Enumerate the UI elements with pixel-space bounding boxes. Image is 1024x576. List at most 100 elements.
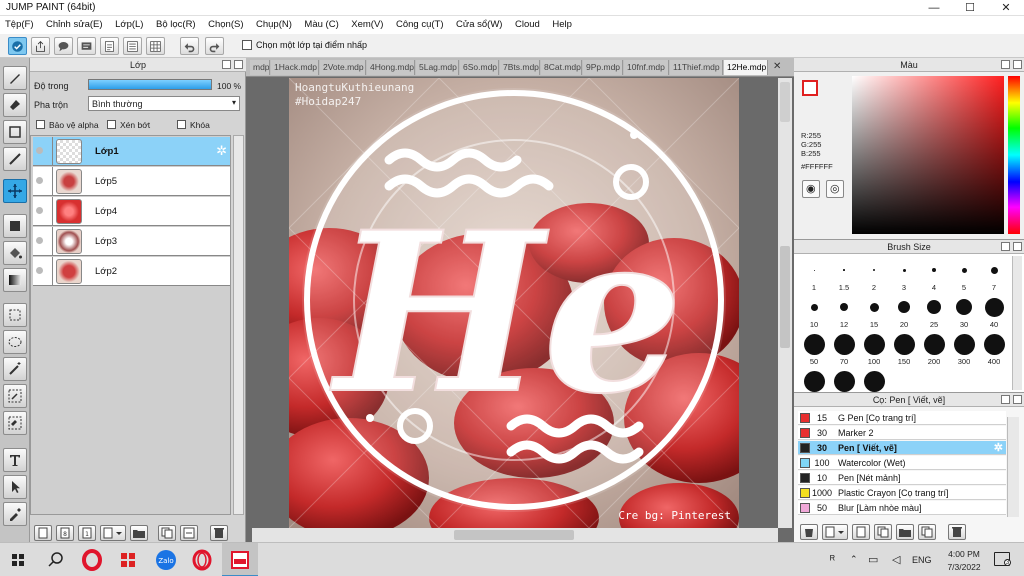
brush-size-option[interactable]: [840, 303, 848, 311]
brush-size-option[interactable]: [893, 333, 915, 355]
saturation-value-picker[interactable]: [852, 76, 1004, 234]
visibility-eye-icon[interactable]: [36, 177, 43, 184]
tab-doc-3[interactable]: 4Hong.mdp: [367, 60, 415, 75]
brush-size-option[interactable]: [898, 301, 910, 313]
menu-color[interactable]: Màu (C): [299, 16, 343, 30]
brush-folder-button[interactable]: [896, 524, 914, 540]
tab-doc-9[interactable]: 10fnf.mdp: [624, 60, 669, 75]
delete-layer-button[interactable]: [210, 525, 228, 541]
new-layer-8bit-button[interactable]: 8: [56, 525, 74, 541]
brush-list-item[interactable]: 50 Blur [Làm nhòe màu]: [798, 501, 1006, 515]
layer-row-3[interactable]: Lớp3: [33, 227, 230, 256]
tab-doc-8[interactable]: 9Pp.mdp: [583, 60, 623, 75]
brush-size-option[interactable]: [984, 297, 1004, 317]
panel-close-button[interactable]: [1013, 60, 1022, 69]
panel-float-button[interactable]: [1001, 60, 1010, 69]
brush-size-option[interactable]: [810, 303, 818, 311]
operation-tool[interactable]: [3, 475, 27, 499]
lock-checkbox[interactable]: [177, 120, 186, 129]
text-tool[interactable]: [3, 448, 27, 472]
grid-button[interactable]: [146, 37, 165, 55]
add-layer-menu-button[interactable]: [100, 525, 126, 541]
page-button[interactable]: [100, 37, 119, 55]
brush-size-option[interactable]: [932, 268, 936, 272]
tab-doc-7[interactable]: 8Cat.mdp: [541, 60, 582, 75]
cloud-sync-button[interactable]: [8, 37, 27, 55]
drawing-canvas[interactable]: He HoangtuKuthieunang #Hoidap247 Cre bg:…: [289, 78, 739, 528]
select-pen-tool[interactable]: [3, 384, 27, 408]
panel-close-button[interactable]: [1013, 395, 1022, 404]
eyedropper-tool[interactable]: [3, 502, 27, 526]
duplicate-layer-button[interactable]: [158, 525, 176, 541]
vertical-scroll-thumb[interactable]: [780, 246, 790, 348]
chevron-up-icon[interactable]: ⌃: [850, 554, 858, 565]
brush-size-option[interactable]: [873, 269, 875, 271]
panel-float-button[interactable]: [222, 60, 231, 69]
tab-doc-5[interactable]: 6So.mdp: [460, 60, 499, 75]
menu-help[interactable]: Help: [547, 16, 577, 30]
color-picker-button[interactable]: ◎: [826, 180, 844, 198]
tab-doc-4[interactable]: 5Lag.mdp: [416, 60, 459, 75]
brush-size-option[interactable]: [803, 370, 825, 392]
export-button[interactable]: [31, 37, 50, 55]
brush-size-option[interactable]: [902, 268, 906, 272]
eraser-tool[interactable]: [3, 93, 27, 117]
brush-size-option[interactable]: [863, 333, 885, 355]
hue-slider[interactable]: [1008, 76, 1020, 234]
app-tiles[interactable]: [110, 543, 146, 576]
notification-icon[interactable]: 3: [994, 552, 1011, 566]
brush-list-item[interactable]: 10 Pen [Nét mảnh]: [798, 471, 1006, 485]
panel-float-button[interactable]: [1001, 242, 1010, 251]
start-button[interactable]: [0, 543, 36, 576]
move-tool[interactable]: [3, 179, 27, 203]
panel-close-button[interactable]: [234, 60, 243, 69]
message-button[interactable]: [77, 37, 96, 55]
brush-size-option[interactable]: [833, 333, 855, 355]
brush-scrollbar[interactable]: [1012, 256, 1022, 390]
brush-list-item[interactable]: 15 G Pen [Cọ trang trí]: [798, 411, 1006, 425]
menu-view[interactable]: Xem(V): [346, 16, 388, 30]
visibility-eye-icon[interactable]: [36, 267, 43, 274]
people-icon[interactable]: ᴿ: [830, 554, 835, 566]
opacity-slider[interactable]: [88, 79, 212, 90]
brush-duplicate-button[interactable]: [918, 524, 936, 540]
menu-tools[interactable]: Công cụ(T): [391, 16, 449, 30]
gradient-tool[interactable]: [3, 268, 27, 292]
brush-size-option[interactable]: [983, 333, 1005, 355]
menu-capture[interactable]: Chụp(N): [251, 16, 297, 30]
brush-copy-button[interactable]: [874, 524, 892, 540]
menu-cloud[interactable]: Cloud: [510, 16, 545, 30]
brush-settings-button[interactable]: [800, 524, 818, 540]
panel-float-button[interactable]: [1001, 395, 1010, 404]
brush-tool[interactable]: [3, 66, 27, 90]
opera-gx-app[interactable]: [184, 543, 220, 576]
redo-button[interactable]: [205, 37, 224, 55]
blend-mode-select[interactable]: Bình thường ▾: [88, 96, 240, 111]
visibility-eye-icon[interactable]: [36, 207, 43, 214]
brush-size-option[interactable]: [863, 370, 885, 392]
brush-size-option[interactable]: [953, 333, 975, 355]
jump-paint-app[interactable]: [222, 543, 258, 576]
tab-doc-10[interactable]: 11Thief.mdp: [670, 60, 723, 75]
network-icon[interactable]: ▭: [868, 553, 878, 566]
merge-down-button[interactable]: [180, 525, 198, 541]
brush-list-item[interactable]: 30 Marker 2: [798, 426, 1006, 440]
menu-layer[interactable]: Lớp(L): [110, 16, 148, 30]
comment-button[interactable]: [54, 37, 73, 55]
brush-size-option[interactable]: [869, 302, 879, 312]
tab-doc-active[interactable]: 12He.mdp: [724, 60, 768, 75]
layer-row-5[interactable]: Lớp5: [33, 167, 230, 196]
add-brush-menu-button[interactable]: [822, 524, 848, 540]
tab-doc-0[interactable]: mdp: [250, 60, 270, 75]
undo-button[interactable]: [180, 37, 199, 55]
close-tab-icon[interactable]: ✕: [773, 61, 781, 72]
line-tool[interactable]: [3, 147, 27, 171]
visibility-eye-icon[interactable]: [36, 147, 43, 154]
tab-doc-6[interactable]: 7Bts.mdp: [500, 60, 540, 75]
brush-delete-button[interactable]: [948, 524, 966, 540]
palette-button[interactable]: ◉: [802, 180, 820, 198]
volume-icon[interactable]: ◁: [892, 553, 900, 566]
rect-select-tool[interactable]: [3, 303, 27, 327]
close-button[interactable]: ✕: [988, 0, 1024, 16]
magic-wand-tool[interactable]: [3, 357, 27, 381]
